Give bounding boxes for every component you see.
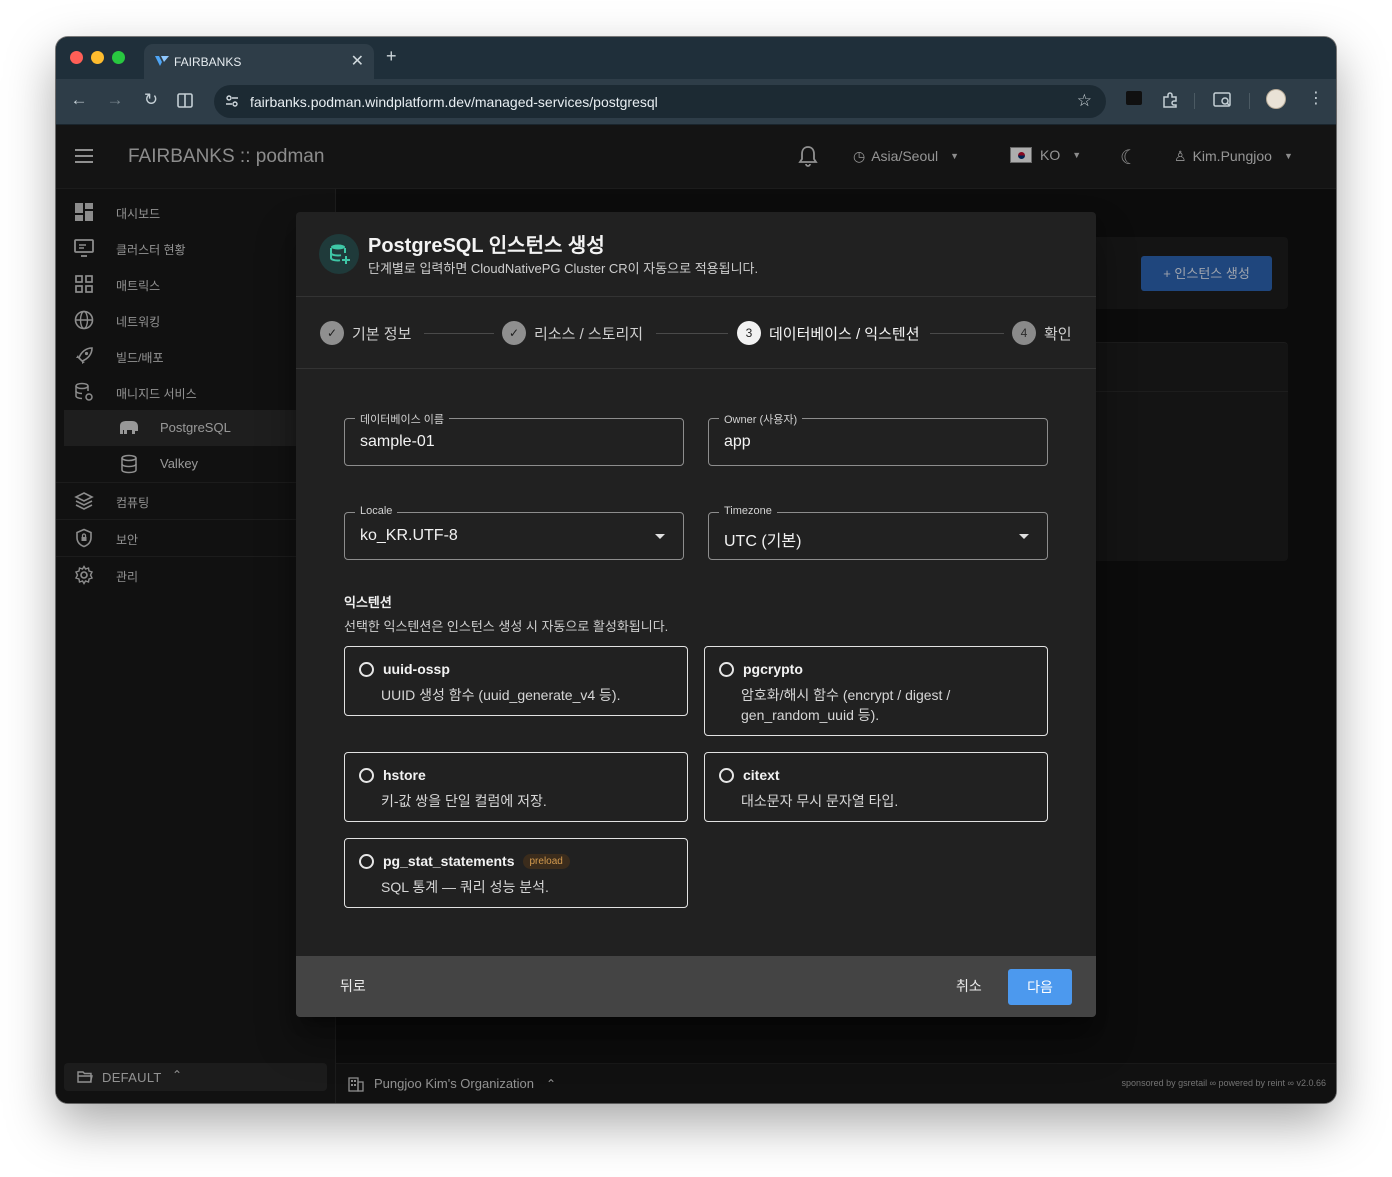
step-number-badge: 3: [737, 321, 761, 345]
window-zoom-button[interactable]: [112, 51, 125, 64]
forward-arrow-icon[interactable]: →: [104, 90, 126, 110]
toolbar-separator: [1249, 93, 1250, 109]
field-label: 데이터베이스 이름: [355, 411, 450, 427]
dialog-header: PostgreSQL 인스턴스 생성 단계별로 입력하면 CloudNative…: [296, 212, 1096, 297]
dropdown-arrow-icon: [1019, 534, 1029, 539]
browser-profile-avatar[interactable]: [1266, 89, 1286, 109]
field-value: UTC (기본): [724, 533, 802, 550]
toolbar-separator: [1194, 93, 1195, 109]
back-arrow-icon[interactable]: ←: [68, 90, 90, 110]
step-connector: [424, 333, 494, 334]
locale-select[interactable]: Locale ko_KR.UTF-8: [344, 505, 684, 560]
field-value: ko_KR.UTF-8: [360, 527, 458, 544]
radio-button[interactable]: [719, 662, 734, 677]
step-label: 리소스 / 스토리지: [534, 326, 644, 343]
extension-name: citext: [743, 767, 780, 783]
extension-option-citext[interactable]: citext 대소문자 무시 문자열 타입.: [704, 752, 1048, 822]
browser-tab-bar: FAIRBANKS ✕ +: [56, 37, 1336, 79]
extension-name: pg_stat_statements: [383, 853, 515, 869]
browser-toolbar: ← → ↻ fairbanks.podman.windplatform.dev/…: [56, 79, 1336, 125]
reload-icon[interactable]: ↻: [140, 90, 162, 110]
field-label: Locale: [355, 505, 398, 517]
address-bar[interactable]: fairbanks.podman.windplatform.dev/manage…: [214, 85, 1106, 118]
dialog-subtitle: 단계별로 입력하면 CloudNativePG Cluster CR이 자동으로…: [368, 261, 759, 276]
extension-description: UUID 생성 함수 (uuid_generate_v4 등).: [381, 687, 621, 703]
extensions-heading: 익스텐션: [344, 595, 392, 610]
tab-close-icon[interactable]: ✕: [351, 51, 364, 71]
extension-option-pgcrypto[interactable]: pgcrypto 암호화/해시 함수 (encrypt / digest / g…: [704, 646, 1048, 736]
step-label: 기본 정보: [352, 326, 412, 343]
bookmark-star-icon[interactable]: ☆: [1077, 91, 1092, 111]
extension-name: uuid-ossp: [383, 661, 450, 677]
window-minimize-button[interactable]: [91, 51, 104, 64]
new-tab-button[interactable]: +: [386, 46, 397, 67]
extension-name: pgcrypto: [743, 661, 803, 677]
dialog-title: PostgreSQL 인스턴스 생성: [368, 235, 605, 257]
fairbanks-logo-icon: [155, 56, 169, 66]
dropdown-arrow-icon: [655, 534, 665, 539]
extension-option-hstore[interactable]: hstore 키-값 쌍을 단일 컬럼에 저장.: [344, 752, 688, 822]
dialog-icon-badge: [319, 234, 359, 274]
extension-description: SQL 통계 — 쿼리 성능 분석.: [381, 879, 549, 895]
field-label: Owner (사용자): [719, 411, 803, 427]
back-button[interactable]: 뒤로: [330, 976, 376, 996]
extension-description: 키-값 쌍을 단일 컬럼에 저장.: [381, 793, 547, 809]
tab-title: FAIRBANKS: [174, 55, 242, 69]
extension-description: 암호화/해시 함수 (encrypt / digest / gen_random…: [741, 687, 951, 723]
radio-button[interactable]: [359, 854, 374, 869]
window-close-button[interactable]: [70, 51, 83, 64]
radio-button[interactable]: [719, 768, 734, 783]
owner-field[interactable]: Owner (사용자) app: [708, 411, 1048, 466]
browser-menu-icon[interactable]: ⋮: [1308, 88, 1324, 108]
dialog-actions: 뒤로 취소 다음: [296, 956, 1096, 1017]
preload-badge: preload: [522, 854, 570, 869]
extension-name-row: pg_stat_statements preload: [383, 853, 570, 869]
step-connector: [656, 333, 728, 334]
site-settings-icon[interactable]: [224, 93, 240, 109]
radio-button[interactable]: [359, 662, 374, 677]
url-text: fairbanks.podman.windplatform.dev/manage…: [250, 94, 658, 110]
field-value: app: [724, 433, 751, 450]
step-connector: [930, 333, 1004, 334]
step-label: 확인: [1044, 326, 1072, 343]
timezone-select[interactable]: Timezone UTC (기본): [708, 505, 1048, 560]
create-postgresql-dialog: PostgreSQL 인스턴스 생성 단계별로 입력하면 CloudNative…: [296, 212, 1096, 1017]
radio-button[interactable]: [359, 768, 374, 783]
step-number-badge: 4: [1012, 321, 1036, 345]
field-label: Timezone: [719, 505, 777, 517]
database-name-field[interactable]: 데이터베이스 이름 sample-01: [344, 411, 684, 466]
extension-option-uuid-ossp[interactable]: uuid-ossp UUID 생성 함수 (uuid_generate_v4 등…: [344, 646, 688, 716]
extensions-puzzle-icon[interactable]: [1161, 91, 1179, 109]
extension-option-pg-stat-statements[interactable]: pg_stat_statements preload SQL 통계 — 쿼리 성능…: [344, 838, 688, 908]
check-icon: ✓: [502, 321, 526, 345]
database-add-icon: [330, 244, 350, 264]
field-value: sample-01: [360, 433, 435, 450]
extension-name: hstore: [383, 767, 426, 783]
browser-window: FAIRBANKS ✕ + ← → ↻ fairbanks.podman.win…: [56, 37, 1336, 1103]
terminal-extension-icon[interactable]: [1126, 91, 1142, 105]
cancel-button[interactable]: 취소: [946, 976, 992, 996]
extensions-description: 선택한 익스텐션은 인스턴스 생성 시 자동으로 활성화됩니다.: [344, 619, 669, 634]
step-indicator: ✓ 기본 정보 ✓ 리소스 / 스토리지 3 데이터베이스 / 익스텐션 4 확…: [296, 297, 1096, 369]
step-label: 데이터베이스 / 익스텐션: [769, 326, 920, 343]
split-view-icon[interactable]: [176, 92, 194, 110]
extension-description: 대소문자 무시 문자열 타입.: [741, 793, 899, 809]
fairbanks-app: FAIRBANKS :: podman ◷ Asia/Seoul ▼ KO ▼ ☾ ♙…: [56, 125, 1336, 1103]
next-button[interactable]: 다음: [1008, 969, 1072, 1005]
check-icon: ✓: [320, 321, 344, 345]
browser-tab[interactable]: FAIRBANKS ✕: [144, 44, 374, 79]
tab-search-icon[interactable]: [1213, 91, 1233, 109]
